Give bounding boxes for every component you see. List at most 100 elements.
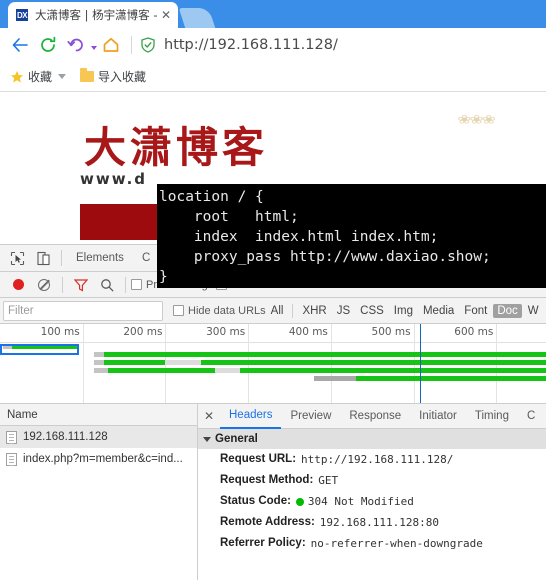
waterfall-segment (165, 360, 202, 365)
waterfall-segment (94, 368, 108, 373)
waterfall-row (0, 352, 546, 357)
filter-type-xhr[interactable]: XHR (298, 304, 330, 318)
device-toolbar-button[interactable] (30, 246, 56, 270)
filter-type-img[interactable]: Img (390, 304, 417, 318)
header-value: GET (318, 474, 339, 487)
table-row[interactable]: 192.168.111.128 (0, 426, 197, 448)
document-icon (6, 452, 17, 466)
inspect-element-button[interactable] (4, 246, 30, 270)
bookmark-imported-label: 导入收藏 (98, 70, 147, 84)
address-bar[interactable]: http://192.168.111.128/ (140, 31, 540, 59)
divider (61, 250, 62, 266)
search-button[interactable] (94, 273, 120, 297)
filter-type-font[interactable]: Font (460, 304, 491, 318)
reload-icon (41, 36, 56, 52)
header-value: http://192.168.111.128/ (301, 453, 454, 466)
star-icon (11, 70, 23, 82)
filter-type-all[interactable]: All (267, 304, 288, 318)
header-value: 192.168.111.128:80 (319, 516, 440, 529)
header-value: no-referrer-when-downgrade (310, 537, 483, 550)
tab-elements[interactable]: Elements (67, 245, 133, 272)
browser-tab[interactable]: DX 大潇博客 | 杨宇潇博客 - ✕ (8, 2, 178, 28)
devtools-panel: Elements C Preserve log Dis (0, 244, 546, 580)
clear-button[interactable] (31, 273, 57, 297)
overview-selection[interactable] (0, 344, 80, 355)
waterfall-segment (94, 352, 105, 357)
inspect-cursor-icon (10, 251, 24, 265)
bookmark-favorites[interactable]: 收藏 (10, 68, 67, 85)
request-detail-pane: ✕ Headers Preview Response Initiator Tim… (198, 404, 546, 580)
tab-response[interactable]: Response (340, 404, 410, 429)
tab-cookies[interactable]: C (518, 404, 544, 429)
timeline-tick-label: 600 ms (454, 326, 494, 338)
header-row-referrer-policy: Referrer Policy: no-referrer-when-downgr… (198, 533, 546, 554)
header-row-status-code: Status Code: 304 Not Modified (198, 491, 546, 512)
timeline-tick-label: 300 ms (206, 326, 246, 338)
history-back-icon (67, 38, 83, 52)
reload-button[interactable] (34, 31, 62, 59)
bookmarks-bar: 收藏 导入收藏 (0, 62, 546, 92)
request-list-header: Name (0, 404, 197, 426)
record-button[interactable] (5, 273, 31, 297)
detail-tabbar: ✕ Headers Preview Response Initiator Tim… (198, 404, 546, 429)
filter-input[interactable]: Filter (3, 300, 163, 321)
table-row[interactable]: index.php?m=member&c=ind... (0, 448, 197, 470)
network-filter-bar: Filter Hide data URLs All XHR JS CSS Img… (0, 298, 546, 324)
tab-initiator[interactable]: Initiator (410, 404, 466, 429)
header-row-remote-address: Remote Address: 192.168.111.128:80 (198, 512, 546, 533)
divider (131, 36, 132, 54)
header-row-request-method: Request Method: GET (198, 470, 546, 491)
header-value-wrap: 304 Not Modified (295, 494, 414, 509)
hide-data-urls-label: Hide data URLs (188, 304, 266, 317)
filter-icon (74, 278, 88, 292)
timeline-tick-label: 200 ms (123, 326, 163, 338)
history-button[interactable] (62, 31, 90, 59)
new-tab-button[interactable] (178, 8, 216, 28)
waterfall-row (0, 360, 546, 365)
folder-icon (80, 68, 95, 82)
close-icon[interactable]: ✕ (198, 409, 220, 423)
timeline-ruler: 100 ms 200 ms 300 ms 400 ms 500 ms 600 ms (0, 324, 546, 403)
close-icon[interactable]: ✕ (158, 7, 174, 23)
home-button[interactable] (97, 31, 125, 59)
bookmark-imported[interactable]: 导入收藏 (80, 68, 146, 85)
divider (62, 276, 63, 293)
device-toolbar-icon (36, 251, 50, 265)
browser-window: DX 大潇博客 | 杨宇潇博客 - ✕ http://192.168.111.1… (0, 0, 546, 580)
filter-type-ws[interactable]: W (524, 304, 543, 318)
favicon-icon: DX (15, 8, 29, 22)
preserve-log-checkbox[interactable] (131, 279, 142, 290)
tab-headers[interactable]: Headers (220, 404, 282, 429)
navigation-bar: http://192.168.111.128/ (0, 28, 546, 62)
waterfall-segment (104, 352, 546, 357)
waterfall-segment (107, 368, 216, 373)
bookmark-favorites-label: 收藏 (28, 70, 53, 84)
request-name: 192.168.111.128 (23, 431, 108, 443)
tab-preview[interactable]: Preview (281, 404, 340, 429)
filter-toggle-button[interactable] (68, 273, 94, 297)
chevron-down-icon[interactable] (58, 74, 67, 79)
network-overview-chart[interactable]: 100 ms 200 ms 300 ms 400 ms 500 ms 600 ms (0, 324, 546, 404)
timeline-tick-label: 100 ms (40, 326, 80, 338)
tab-timing[interactable]: Timing (466, 404, 518, 429)
filter-type-media[interactable]: Media (419, 304, 458, 318)
header-key: Status Code: (220, 495, 291, 507)
header-row-request-url: Request URL: http://192.168.111.128/ (198, 449, 546, 470)
filter-type-css[interactable]: CSS (356, 304, 388, 318)
filter-type-js[interactable]: JS (333, 304, 354, 318)
hide-data-urls-checkbox[interactable] (173, 305, 184, 316)
nginx-config-overlay: location / { root html; index index.html… (157, 184, 546, 288)
filter-type-doc[interactable]: Doc (493, 303, 522, 318)
general-section-header[interactable]: General (198, 429, 546, 449)
status-badge (295, 498, 304, 506)
general-section-title: General (215, 433, 258, 445)
tab-console[interactable]: C (133, 245, 159, 272)
home-icon (103, 37, 119, 52)
back-button[interactable] (6, 31, 34, 59)
waterfall-segment (239, 368, 546, 373)
timeline-marker (420, 324, 422, 403)
document-icon (6, 430, 17, 444)
header-key: Request URL: (220, 453, 297, 465)
search-icon (101, 278, 114, 291)
header-key: Request Method: (220, 474, 314, 486)
